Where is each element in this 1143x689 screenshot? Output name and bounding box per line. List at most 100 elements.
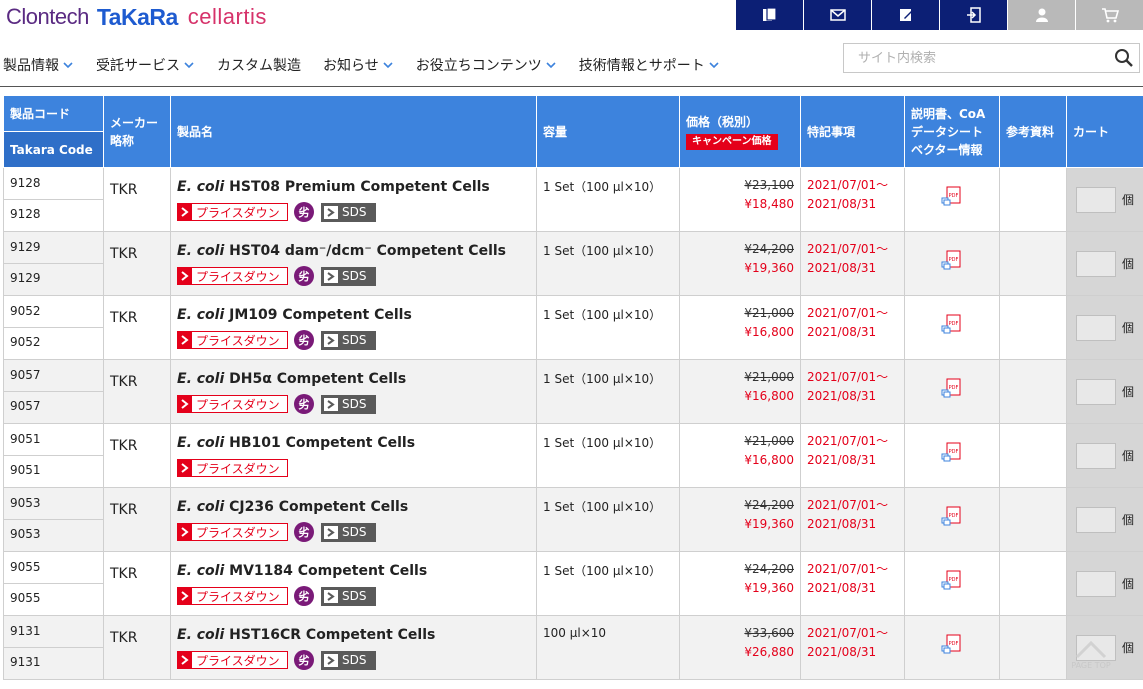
mail-icon [829,9,846,21]
sds-label: SDS [342,589,367,603]
quantity-input[interactable] [1076,442,1116,469]
quantity-input[interactable] [1076,250,1116,277]
mail-button[interactable] [804,0,871,30]
product-name-text: HST08 Premium Competent Cells [229,179,490,195]
product-badges: プライスダウン 劣 SDS [177,330,530,350]
col-header-docs: 説明書、CoAデータシートベクター情報 [904,95,1000,168]
price-down-badge[interactable]: プライスダウン [177,459,288,477]
product-name[interactable]: E. coli HST04 dam⁻/dcm⁻ Competent Cells [177,242,530,260]
sds-link[interactable]: SDS [321,522,376,542]
product-name[interactable]: E. coli HST16CR Competent Cells [177,626,530,644]
pdf-icon[interactable]: PDF [941,314,963,338]
product-name-text: HB101 Competent Cells [229,435,416,451]
takara-code: 9131 [3,647,104,680]
pdf-icon[interactable]: PDF [941,570,963,594]
docs-cell: PDF [904,231,1000,296]
quantity-unit: 個 [1122,385,1135,399]
price-down-badge[interactable]: プライスダウン [177,523,288,541]
quantity-input[interactable] [1076,506,1116,533]
cart-cell: 個 [1066,551,1143,616]
campaign-period: 2021/07/01～ 2021/08/31 [800,423,905,488]
chevron-down-icon [546,62,556,69]
sds-link[interactable]: SDS [321,394,376,414]
product-badges: プライスダウン 劣 SDS [177,202,530,222]
product-name[interactable]: E. coli MV1184 Competent Cells [177,562,530,580]
price-down-badge[interactable]: プライスダウン [177,587,288,605]
cart-button[interactable] [1076,0,1143,30]
user-button[interactable] [1008,0,1075,30]
quantity-input[interactable] [1076,314,1116,341]
price-down-badge[interactable]: プライスダウン [177,203,288,221]
price-cell: ¥24,200 ¥19,360 [679,487,801,552]
cart-icon [1101,8,1119,23]
campaign-start: 2021/07/01～ [807,562,889,576]
site-search [843,43,1140,73]
pdf-icon[interactable]: PDF [941,506,963,530]
maker-abbrev: TKR [103,615,171,680]
pdf-icon[interactable]: PDF [941,250,963,274]
arrow-right-icon [324,525,338,539]
brand-logos[interactable]: Clontech TaKaRa cellartis [6,2,267,32]
takara-logo[interactable]: TaKaRa [97,4,178,30]
nav-item-4[interactable]: お役立ちコンテンツ [416,55,557,75]
pdf-icon[interactable]: PDF [941,442,963,466]
nav-item-5[interactable]: 技術情報とサポート [579,55,720,75]
product-name[interactable]: E. coli HST08 Premium Competent Cells [177,178,530,196]
arrow-right-icon [324,269,338,283]
sds-link[interactable]: SDS [321,202,376,222]
quantity-input[interactable] [1076,570,1116,597]
table-row: 9051 TKR E. coli HB101 Competent Cells プ… [3,423,1143,488]
product-code: 9128 [3,167,104,200]
campaign-price: ¥19,360 [744,581,794,595]
docs-cell: PDF [904,423,1000,488]
page-top-button[interactable]: PAGE TOP [1064,637,1118,679]
sds-link[interactable]: SDS [321,586,376,606]
edit-button[interactable] [872,0,939,30]
price-down-label: プライスダウン [196,397,280,412]
price-down-badge[interactable]: プライスダウン [177,651,288,669]
campaign-start: 2021/07/01～ [807,498,889,512]
product-name[interactable]: E. coli CJ236 Competent Cells [177,498,530,516]
price-down-badge[interactable]: プライスダウン [177,395,288,413]
svg-text:PDF: PDF [949,513,959,519]
campaign-end: 2021/08/31 [807,389,877,403]
cart-cell: 個 [1066,167,1143,232]
nav-item-3[interactable]: お知らせ [323,55,394,75]
edit-icon [899,9,912,21]
product-name-text: MV1184 Competent Cells [229,563,428,579]
original-price: ¥24,200 [744,562,794,576]
product-code: 9131 [3,615,104,648]
nav-item-0[interactable]: 製品情報 [3,55,74,75]
pdf-icon[interactable]: PDF [941,378,963,402]
clontech-logo[interactable]: Clontech [6,4,89,30]
price-down-badge[interactable]: プライスダウン [177,331,288,349]
sds-link[interactable]: SDS [321,650,376,670]
product-name[interactable]: E. coli HB101 Competent Cells [177,434,530,452]
search-icon[interactable] [1109,44,1139,72]
quantity-input[interactable] [1076,186,1116,213]
quantity-input[interactable] [1076,378,1116,405]
search-input[interactable] [844,44,1109,72]
copy-button[interactable] [736,0,803,30]
login-button[interactable] [940,0,1007,30]
cellartis-logo[interactable]: cellartis [188,4,267,30]
pdf-icon[interactable]: PDF [941,186,963,210]
sds-link[interactable]: SDS [321,330,376,350]
price-cell: ¥24,200 ¥19,360 [679,231,801,296]
takara-code: 9057 [3,391,104,424]
quantity-unit: 個 [1122,513,1135,527]
original-price: ¥21,000 [744,434,794,448]
product-code: 9129 [3,231,104,264]
nav-item-1[interactable]: 受託サービス [96,55,195,75]
cart-cell: 個 [1066,423,1143,488]
product-name[interactable]: E. coli DH5α Competent Cells [177,370,530,388]
product-name[interactable]: E. coli JM109 Competent Cells [177,306,530,324]
arrow-right-icon [178,396,192,412]
login-icon [966,7,981,23]
pdf-icon[interactable]: PDF [941,634,963,658]
cart-cell: 個 [1066,359,1143,424]
price-down-badge[interactable]: プライスダウン [177,267,288,285]
sds-link[interactable]: SDS [321,266,376,286]
product-code: 9053 [3,487,104,520]
nav-item-2[interactable]: カスタム製造 [217,55,301,75]
